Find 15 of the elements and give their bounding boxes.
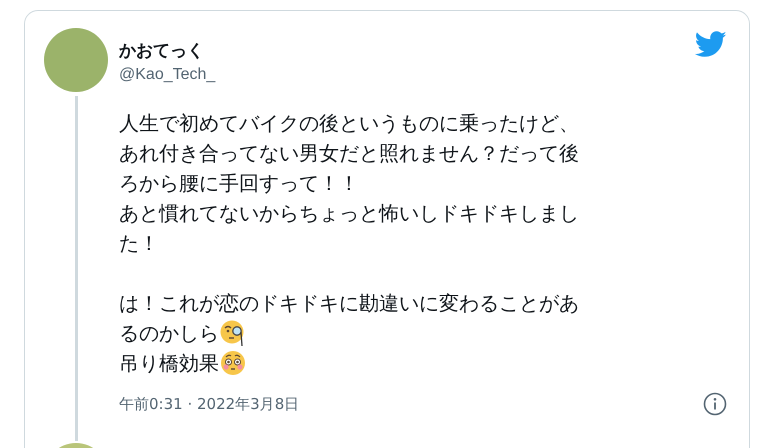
tweet-text-line: るのかしら (119, 320, 219, 347)
tweet-text-line: ろから腰に手回すって！！ (119, 170, 359, 197)
tweet-text-line: 吊り橋効果 (119, 350, 219, 377)
author-name[interactable]: かおてっく (119, 39, 216, 62)
monocle-face-icon (220, 319, 246, 347)
tweet-text-line: た！ (119, 230, 159, 257)
tweet-text-line: は！これが恋のドキドキに勘違いに変わることがあ (119, 290, 579, 317)
tweet-text-line: あと慣れてないからちょっと怖いしドキドキしまし (119, 200, 579, 227)
author-handle[interactable]: @Kao_Tech_ (119, 66, 216, 84)
info-icon[interactable] (703, 392, 727, 416)
tweet-text-line: あれ付き合ってない男女だと照れません？だって後 (119, 140, 579, 167)
tweet-text-line: 人生で初めてバイクの後というものに乗ったけど、 (119, 110, 579, 137)
bird-logo-icon[interactable] (695, 31, 727, 58)
timestamp-link[interactable]: 午前0:31 · 2022年3月8日 (119, 394, 300, 414)
flushed-face-icon (220, 350, 246, 376)
